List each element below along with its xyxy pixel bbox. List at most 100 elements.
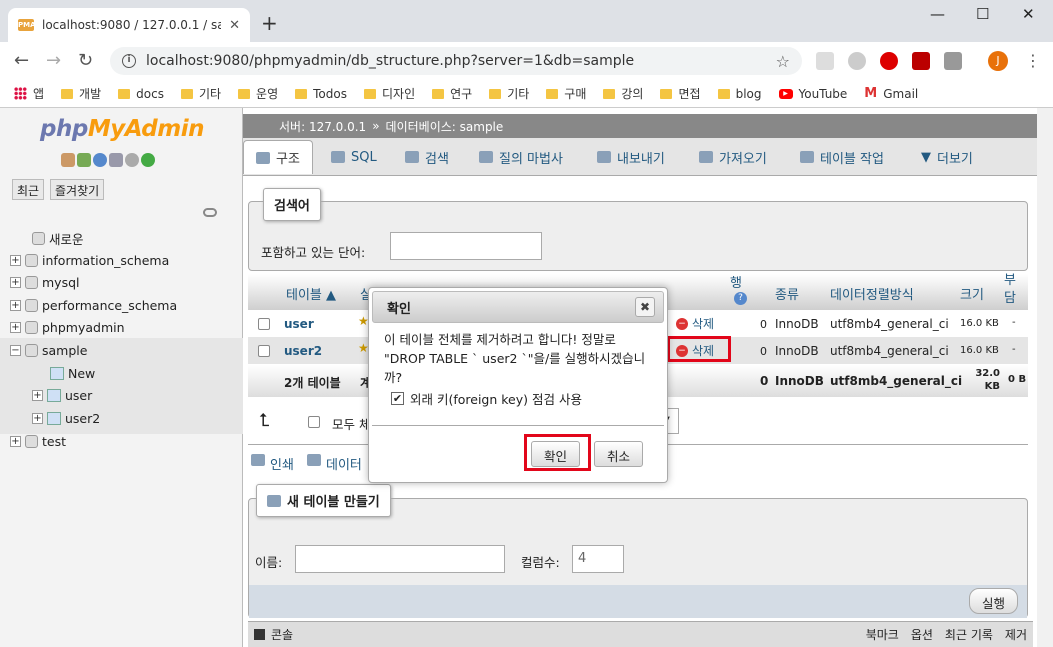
- console-history[interactable]: 최근 기록: [945, 626, 993, 643]
- bookmark-folder[interactable]: 기타: [489, 85, 529, 102]
- col-table[interactable]: 테이블 ▲: [286, 284, 336, 303]
- row-size[interactable]: 16.0 KB: [960, 345, 999, 356]
- tree-sample[interactable]: − sample: [10, 343, 87, 358]
- check-all-label[interactable]: 모두 체: [332, 414, 370, 433]
- checkbox-checked[interactable]: ✔: [391, 392, 404, 405]
- console-bar[interactable]: 콘솔 북마크 옵션 최근 기록 제거: [248, 621, 1033, 647]
- tree-information-schema[interactable]: + information_schema: [10, 253, 169, 268]
- col-collation[interactable]: 데이터정렬방식: [830, 284, 914, 303]
- tree-user[interactable]: + user: [32, 388, 92, 403]
- tree-mysql[interactable]: + mysql: [10, 275, 80, 290]
- tree-user2[interactable]: + user2: [32, 411, 100, 426]
- tab-query[interactable]: 질의 마법사: [467, 140, 575, 174]
- extension-icon[interactable]: [848, 52, 866, 70]
- bookmark-folder[interactable]: blog: [717, 87, 762, 101]
- row-checkbox[interactable]: [258, 318, 270, 330]
- collapse-icon[interactable]: −: [10, 345, 21, 356]
- tab-operations[interactable]: 테이블 작업: [788, 140, 896, 174]
- foreign-key-check[interactable]: ✔ 외래 키(foreign key) 점검 사용: [391, 389, 582, 408]
- back-icon[interactable]: ←: [14, 50, 29, 71]
- bookmark-folder[interactable]: 기타: [180, 85, 221, 102]
- bookmark-gmail[interactable]: M Gmail: [864, 86, 918, 101]
- check-all-checkbox[interactable]: [308, 416, 320, 428]
- tree-new[interactable]: 새로운: [32, 229, 84, 248]
- docs-icon[interactable]: [109, 153, 123, 167]
- extension-icon[interactable]: [816, 52, 834, 70]
- adblock-icon[interactable]: [880, 52, 898, 70]
- col-overhead[interactable]: 부담: [1004, 272, 1016, 308]
- drop-link[interactable]: − 삭제: [676, 315, 714, 332]
- create-table-legend[interactable]: 새 테이블 만들기: [256, 484, 391, 517]
- logout-icon[interactable]: [77, 153, 91, 167]
- data-dictionary-link[interactable]: 데이터: [307, 454, 362, 473]
- help-icon[interactable]: [93, 153, 107, 167]
- recent-button[interactable]: 최근: [12, 179, 45, 200]
- print-link[interactable]: 인쇄: [251, 454, 294, 473]
- link-icon[interactable]: [203, 208, 217, 217]
- help-icon[interactable]: ?: [734, 292, 747, 305]
- bookmark-star-icon[interactable]: ☆: [776, 52, 790, 71]
- url-text[interactable]: localhost:9080/phpmyadmin/db_structure.p…: [146, 53, 766, 69]
- bookmark-folder[interactable]: 연구: [432, 85, 472, 102]
- close-window-icon[interactable]: ✕: [1022, 5, 1035, 23]
- home-icon[interactable]: [61, 153, 75, 167]
- columns-input[interactable]: 4: [572, 545, 624, 573]
- pma-logo[interactable]: phpMyAdmin: [40, 116, 204, 142]
- tab-more[interactable]: ▼ 더보기: [909, 140, 985, 174]
- bookmark-folder[interactable]: 강의: [603, 85, 643, 102]
- tree-test[interactable]: + test: [10, 434, 66, 449]
- console-bookmarks[interactable]: 북마크: [866, 626, 899, 643]
- expand-icon[interactable]: +: [10, 255, 21, 266]
- favorites-button[interactable]: 즐겨찾기: [50, 179, 105, 200]
- minimize-icon[interactable]: —: [930, 5, 945, 23]
- expand-icon[interactable]: +: [10, 300, 21, 311]
- reload-icon[interactable]: ↻: [78, 50, 93, 71]
- breadcrumb-server[interactable]: 서버: 127.0.0.1: [279, 118, 366, 135]
- expand-icon[interactable]: +: [32, 390, 43, 401]
- close-icon[interactable]: ✖: [635, 297, 655, 317]
- menu-icon[interactable]: ⋮: [1025, 51, 1041, 70]
- bookmark-folder[interactable]: docs: [118, 87, 164, 101]
- console-clear[interactable]: 제거: [1005, 626, 1027, 643]
- bookmark-apps[interactable]: 앱: [14, 85, 44, 102]
- forward-icon[interactable]: →: [46, 50, 61, 71]
- cancel-button[interactable]: 취소: [594, 441, 644, 467]
- col-type[interactable]: 종류: [775, 284, 799, 303]
- row-size[interactable]: 16.0 KB: [960, 318, 999, 329]
- col-rows[interactable]: 행: [730, 272, 742, 291]
- expand-icon[interactable]: +: [32, 413, 43, 424]
- search-input[interactable]: [390, 232, 542, 260]
- tab-search[interactable]: 검색: [393, 140, 461, 174]
- table-name-input[interactable]: [295, 545, 505, 573]
- new-tab-icon[interactable]: +: [261, 11, 278, 35]
- expand-icon[interactable]: +: [10, 436, 21, 447]
- go-button[interactable]: 실행: [969, 588, 1019, 614]
- tree-phpmyadmin[interactable]: + phpmyadmin: [10, 320, 125, 335]
- bookmark-youtube[interactable]: ▶ YouTube: [778, 87, 847, 101]
- console-options[interactable]: 옵션: [911, 626, 933, 643]
- expand-icon[interactable]: +: [10, 277, 21, 288]
- col-size[interactable]: 크기: [960, 284, 984, 303]
- refresh-icon[interactable]: [141, 153, 155, 167]
- expand-icon[interactable]: +: [10, 322, 21, 333]
- omnibox[interactable]: i localhost:9080/phpmyadmin/db_structure…: [110, 47, 802, 75]
- breadcrumb-db[interactable]: 데이터베이스: sample: [386, 118, 504, 135]
- tab-structure[interactable]: 구조: [243, 140, 313, 174]
- tree-sample-new[interactable]: New: [50, 366, 95, 381]
- browser-tab[interactable]: PMA localhost:9080 / 127.0.0.1 / sam ✕: [8, 8, 250, 42]
- gear-icon[interactable]: [125, 153, 139, 167]
- row-checkbox[interactable]: [258, 345, 270, 357]
- maximize-icon[interactable]: ☐: [976, 5, 989, 23]
- bookmark-folder[interactable]: 구매: [546, 85, 586, 102]
- bookmark-folder[interactable]: 개발: [61, 85, 101, 102]
- avatar[interactable]: J: [988, 51, 1008, 71]
- tab-export[interactable]: 내보내기: [585, 140, 677, 174]
- row-table-name[interactable]: user2: [284, 344, 322, 358]
- bookmark-folder[interactable]: 면접: [660, 85, 701, 102]
- drive-icon[interactable]: [944, 52, 962, 70]
- tree-performance-schema[interactable]: + performance_schema: [10, 298, 177, 313]
- bookmark-folder[interactable]: Todos: [295, 87, 347, 101]
- tab-close-icon[interactable]: ✕: [229, 18, 240, 33]
- tab-sql[interactable]: SQL: [319, 140, 389, 174]
- bookmark-folder[interactable]: 디자인: [363, 85, 415, 102]
